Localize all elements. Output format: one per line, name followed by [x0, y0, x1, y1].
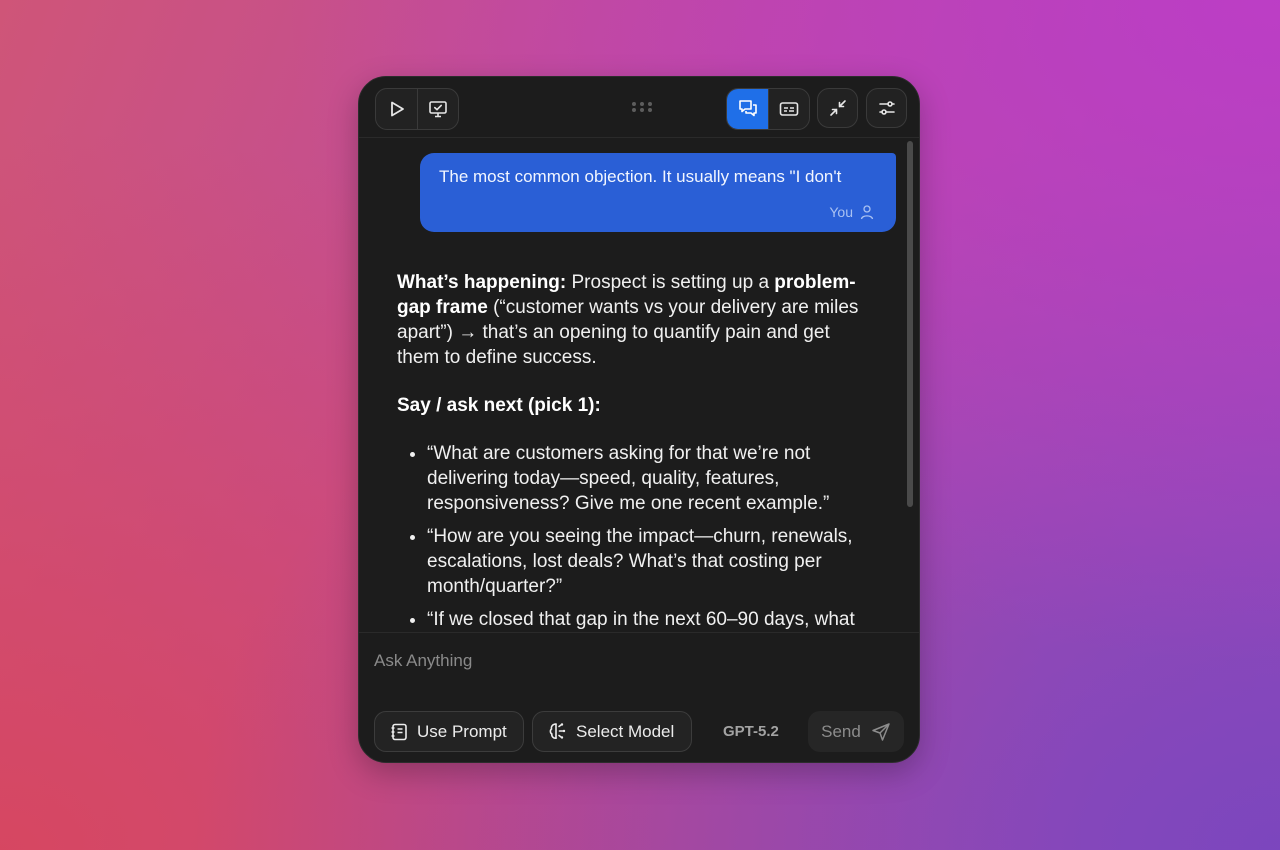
summary-text-1: Prospect is setting up a [566, 272, 775, 293]
drag-handle-icon[interactable] [632, 102, 654, 112]
model-name: GPT-5.2 [723, 723, 779, 740]
settings-button[interactable] [866, 88, 907, 128]
assistant-panel: The most common objection. It usually me… [358, 76, 920, 763]
minimize-button[interactable] [817, 88, 858, 128]
screen-button[interactable] [417, 89, 458, 129]
transcript-view-button[interactable] [768, 89, 809, 129]
user-message-bubble: The most common objection. It usually me… [420, 153, 896, 232]
suggestions-heading: Say / ask next (pick 1): [397, 393, 877, 418]
captions-icon [779, 102, 799, 116]
sliders-icon [878, 101, 895, 115]
composer: Ask Anything Use Prompt Select Model GPT… [359, 632, 919, 762]
notebook-icon [391, 723, 407, 740]
send-label: Send [821, 721, 861, 741]
summary-label: What’s happening: [397, 272, 567, 293]
user-icon [860, 205, 874, 220]
suggestion-item: “How are you seeing the impact—churn, re… [427, 524, 877, 599]
assistant-summary: What’s happening: Prospect is setting up… [397, 270, 877, 370]
select-model-label: Select Model [576, 721, 675, 741]
send-icon [872, 722, 890, 741]
minimize-icon [829, 100, 846, 116]
toolbar [359, 77, 919, 138]
suggestion-item: “If we closed that gap in the next 60–90… [427, 607, 877, 632]
chat-bubbles-icon [738, 100, 757, 117]
view-toggle [726, 88, 810, 130]
send-button[interactable]: Send [808, 711, 904, 752]
message-input[interactable]: Ask Anything [374, 651, 472, 671]
assistant-message: What’s happening: Prospect is setting up… [397, 270, 877, 640]
chat-scrollbar[interactable] [907, 141, 913, 507]
user-message-text: The most common objection. It usually me… [439, 167, 842, 186]
chat-view-button[interactable] [727, 89, 768, 129]
play-icon [390, 101, 404, 117]
play-button[interactable] [376, 89, 417, 129]
screen-check-icon [429, 101, 447, 118]
select-model-button[interactable]: Select Model [532, 711, 692, 752]
suggestion-list: “What are customers asking for that we’r… [397, 441, 877, 632]
suggestion-item: “What are customers asking for that we’r… [427, 441, 877, 516]
user-message-meta: You [829, 204, 875, 220]
playback-controls [375, 88, 459, 130]
suggestions-heading-text: Say / ask next (pick 1): [397, 395, 601, 416]
brain-icon [549, 723, 566, 740]
use-prompt-label: Use Prompt [417, 721, 507, 741]
user-message-author: You [829, 204, 853, 220]
use-prompt-button[interactable]: Use Prompt [374, 711, 524, 752]
